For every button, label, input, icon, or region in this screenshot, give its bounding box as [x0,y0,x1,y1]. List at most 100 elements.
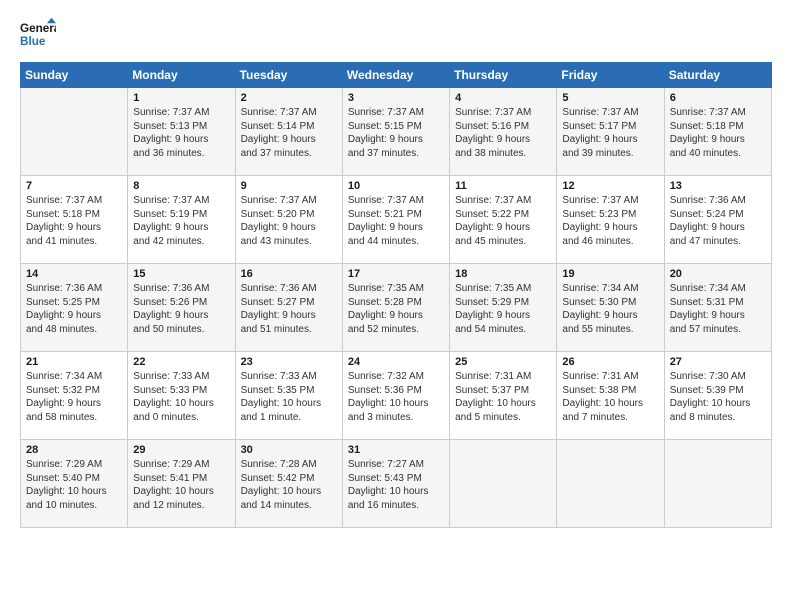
calendar-cell: 8 Sunrise: 7:37 AMSunset: 5:19 PMDaylight… [128,176,235,264]
cell-content: Sunrise: 7:29 AMSunset: 5:40 PMDaylight:… [26,458,122,512]
cell-content: Sunrise: 7:37 AMSunset: 5:16 PMDaylight:… [455,106,551,160]
day-number: 21 [26,356,122,368]
day-header-thursday: Thursday [450,63,557,88]
cell-content: Sunrise: 7:28 AMSunset: 5:42 PMDaylight:… [241,458,337,512]
calendar-cell: 9Sunrise: 7:37 AMSunset: 5:20 PMDaylight… [235,176,342,264]
calendar-cell: 22 Sunrise: 7:33 AMSunset: 5:33 PMDayligh… [128,352,235,440]
calendar-cell: 27 Sunrise: 7:30 AMSunset: 5:39 PMDayligh… [664,352,771,440]
day-number: 17 [348,268,444,280]
day-header-wednesday: Wednesday [342,63,449,88]
day-number: 12 [562,180,658,192]
day-number: 31 [348,444,444,456]
day-number: 15 [133,268,229,280]
day-header-monday: Monday [128,63,235,88]
cell-content: Sunrise: 7:37 AMSunset: 5:21 PMDaylight:… [348,194,444,248]
cell-content: Sunrise: 7:36 AMSunset: 5:27 PMDaylight:… [241,282,337,336]
calendar-cell: 30 Sunrise: 7:28 AMSunset: 5:42 PMDayligh… [235,440,342,528]
calendar-cell: 7 Sunrise: 7:37 AMSunset: 5:18 PMDaylight… [21,176,128,264]
day-header-saturday: Saturday [664,63,771,88]
day-number: 30 [241,444,337,456]
day-number: 18 [455,268,551,280]
cell-content: Sunrise: 7:37 AMSunset: 5:18 PMDaylight:… [670,106,766,160]
day-number: 2 [241,92,337,104]
week-row-1: 1 Sunrise: 7:37 AMSunset: 5:13 PMDaylight… [21,88,772,176]
calendar-cell: 12 Sunrise: 7:37 AMSunset: 5:23 PMDayligh… [557,176,664,264]
day-header-friday: Friday [557,63,664,88]
day-number: 14 [26,268,122,280]
day-number: 22 [133,356,229,368]
cell-content: Sunrise: 7:30 AMSunset: 5:39 PMDaylight:… [670,370,766,424]
day-number: 27 [670,356,766,368]
cell-content: Sunrise: 7:35 AMSunset: 5:28 PMDaylight:… [348,282,444,336]
cell-content: Sunrise: 7:33 AMSunset: 5:35 PMDaylight:… [241,370,337,424]
logo: General Blue [20,16,56,52]
day-number: 25 [455,356,551,368]
day-number: 5 [562,92,658,104]
calendar-cell [21,88,128,176]
logo-icon: General Blue [20,16,56,52]
day-number: 6 [670,92,766,104]
svg-text:Blue: Blue [20,35,46,48]
cell-content: Sunrise: 7:37 AMSunset: 5:22 PMDaylight:… [455,194,551,248]
cell-content: Sunrise: 7:35 AMSunset: 5:29 PMDaylight:… [455,282,551,336]
cell-content: Sunrise: 7:31 AMSunset: 5:37 PMDaylight:… [455,370,551,424]
calendar-cell: 21 Sunrise: 7:34 AMSunset: 5:32 PMDayligh… [21,352,128,440]
cell-content: Sunrise: 7:34 AMSunset: 5:30 PMDaylight:… [562,282,658,336]
day-number: 9 [241,180,337,192]
cell-content: Sunrise: 7:34 AMSunset: 5:32 PMDaylight:… [26,370,122,424]
calendar-cell: 23 Sunrise: 7:33 AMSunset: 5:35 PMDayligh… [235,352,342,440]
cell-content: Sunrise: 7:36 AMSunset: 5:24 PMDaylight:… [670,194,766,248]
svg-text:General: General [20,22,56,35]
day-number: 8 [133,180,229,192]
calendar-cell: 4 Sunrise: 7:37 AMSunset: 5:16 PMDaylight… [450,88,557,176]
calendar-cell: 6 Sunrise: 7:37 AMSunset: 5:18 PMDaylight… [664,88,771,176]
week-row-5: 28Sunrise: 7:29 AMSunset: 5:40 PMDayligh… [21,440,772,528]
day-number: 19 [562,268,658,280]
cell-content: Sunrise: 7:31 AMSunset: 5:38 PMDaylight:… [562,370,658,424]
calendar-cell: 16 Sunrise: 7:36 AMSunset: 5:27 PMDayligh… [235,264,342,352]
cell-content: Sunrise: 7:36 AMSunset: 5:25 PMDaylight:… [26,282,122,336]
day-number: 13 [670,180,766,192]
header-row: SundayMondayTuesdayWednesdayThursdayFrid… [21,63,772,88]
week-row-4: 21 Sunrise: 7:34 AMSunset: 5:32 PMDayligh… [21,352,772,440]
cell-content: Sunrise: 7:37 AMSunset: 5:19 PMDaylight:… [133,194,229,248]
day-number: 7 [26,180,122,192]
day-number: 24 [348,356,444,368]
day-number: 23 [241,356,337,368]
calendar-cell: 10 Sunrise: 7:37 AMSunset: 5:21 PMDayligh… [342,176,449,264]
calendar-cell: 1 Sunrise: 7:37 AMSunset: 5:13 PMDaylight… [128,88,235,176]
calendar-cell: 14 Sunrise: 7:36 AMSunset: 5:25 PMDayligh… [21,264,128,352]
cell-content: Sunrise: 7:36 AMSunset: 5:26 PMDaylight:… [133,282,229,336]
cell-content: Sunrise: 7:34 AMSunset: 5:31 PMDaylight:… [670,282,766,336]
day-number: 16 [241,268,337,280]
calendar-cell: 31 Sunrise: 7:27 AMSunset: 5:43 PMDayligh… [342,440,449,528]
calendar-cell: 18 Sunrise: 7:35 AMSunset: 5:29 PMDayligh… [450,264,557,352]
calendar-cell [450,440,557,528]
cell-content: Sunrise: 7:29 AMSunset: 5:41 PMDaylight:… [133,458,229,512]
calendar-cell: 2 Sunrise: 7:37 AMSunset: 5:14 PMDaylight… [235,88,342,176]
day-number: 1 [133,92,229,104]
calendar-cell: 13 Sunrise: 7:36 AMSunset: 5:24 PMDayligh… [664,176,771,264]
day-number: 26 [562,356,658,368]
day-number: 10 [348,180,444,192]
calendar-cell: 24 Sunrise: 7:32 AMSunset: 5:36 PMDayligh… [342,352,449,440]
cell-content: Sunrise: 7:37 AMSunset: 5:13 PMDaylight:… [133,106,229,160]
day-number: 11 [455,180,551,192]
calendar-cell: 15 Sunrise: 7:36 AMSunset: 5:26 PMDayligh… [128,264,235,352]
page-header: General Blue [20,16,772,52]
calendar-table: SundayMondayTuesdayWednesdayThursdayFrid… [20,62,772,528]
calendar-cell: 17 Sunrise: 7:35 AMSunset: 5:28 PMDayligh… [342,264,449,352]
cell-content: Sunrise: 7:37 AMSunset: 5:18 PMDaylight:… [26,194,122,248]
cell-content: Sunrise: 7:33 AMSunset: 5:33 PMDaylight:… [133,370,229,424]
day-number: 4 [455,92,551,104]
calendar-cell: 28Sunrise: 7:29 AMSunset: 5:40 PMDayligh… [21,440,128,528]
calendar-cell [557,440,664,528]
cell-content: Sunrise: 7:37 AMSunset: 5:15 PMDaylight:… [348,106,444,160]
cell-content: Sunrise: 7:37 AMSunset: 5:17 PMDaylight:… [562,106,658,160]
cell-content: Sunrise: 7:27 AMSunset: 5:43 PMDaylight:… [348,458,444,512]
cell-content: Sunrise: 7:37 AMSunset: 5:23 PMDaylight:… [562,194,658,248]
cell-content: Sunrise: 7:32 AMSunset: 5:36 PMDaylight:… [348,370,444,424]
day-number: 20 [670,268,766,280]
cell-content: Sunrise: 7:37 AMSunset: 5:14 PMDaylight:… [241,106,337,160]
calendar-cell: 19 Sunrise: 7:34 AMSunset: 5:30 PMDayligh… [557,264,664,352]
